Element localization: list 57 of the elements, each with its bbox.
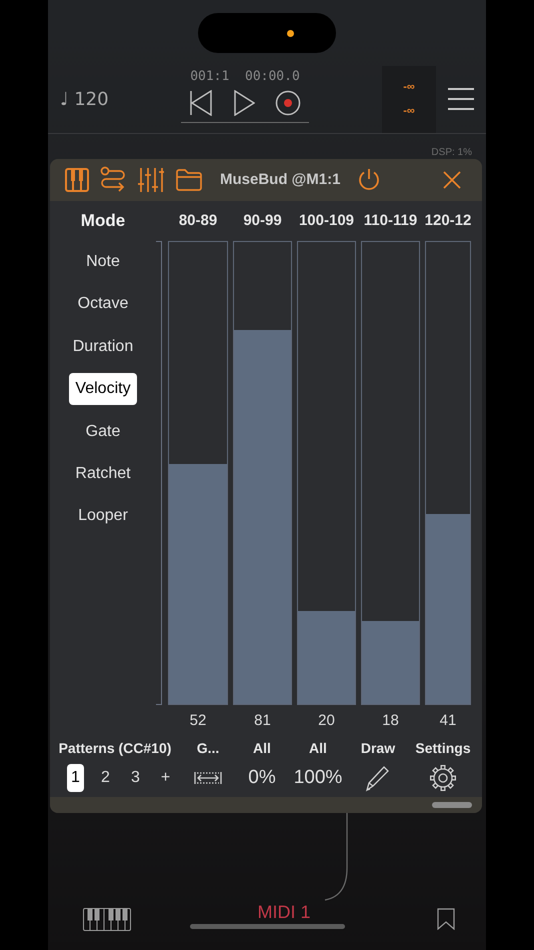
pattern-button[interactable]: + [157,764,174,792]
pattern-button[interactable]: 3 [127,764,144,792]
folder-icon[interactable] [176,168,202,191]
tool-label: Settings [415,739,471,758]
range-header: 100-109 [298,210,354,231]
range-header: 110-119 [364,210,418,231]
velocity-bar-track[interactable] [233,240,292,705]
pattern-button[interactable]: 2 [97,764,114,792]
route-icon[interactable] [100,166,126,194]
mode-option[interactable]: Note [80,246,126,278]
velocity-bar-track[interactable] [361,240,420,705]
range-header: 90-99 [243,210,282,231]
tool-label: G... [196,739,220,758]
mode-option[interactable]: Duration [66,330,140,363]
resize-handle[interactable] [432,802,472,808]
piano-icon[interactable] [65,168,89,192]
mode-option[interactable]: Velocity [69,373,137,406]
track-name[interactable]: MIDI 1 [257,902,310,922]
tool-label: All [253,739,271,758]
mode-option[interactable]: Gate [80,416,126,448]
tool-label: Draw [360,739,396,758]
velocity-bar-track[interactable] [297,240,356,705]
plugin-title: MuseBud @M1:1 [220,170,340,190]
mode-option[interactable]: Looper [72,500,134,532]
time-position: 001:1 00:00.0 [190,68,300,86]
mode-option[interactable]: Ratchet [69,458,137,490]
keyboard-icon[interactable] [83,908,131,932]
rewind-icon[interactable] [189,90,213,116]
dsp-readout: DSP: 1% [431,146,472,159]
velocity-bar-track[interactable] [168,240,228,705]
bar-value: 52 [190,711,206,732]
play-icon[interactable] [233,90,255,116]
tool-value[interactable]: 100% [294,764,342,793]
range-header: 80-89 [178,210,218,231]
menu-icon[interactable] [448,87,474,112]
pattern-button[interactable]: 1 [67,764,84,792]
record-icon[interactable] [275,90,301,116]
meter-reading: -∞ [403,104,415,120]
stretch-icon [194,770,222,786]
meter-reading: -∞ [403,80,415,95]
settings-icon [429,764,457,792]
bar-value: 81 [254,711,271,732]
patterns-label: Patterns (CC#10) [58,739,172,758]
velocity-bar-track[interactable] [425,240,471,705]
mode-header: Mode [80,210,126,232]
bookmark-icon[interactable] [437,908,455,930]
tempo-text[interactable]: ♩ 120 [60,86,109,113]
bar-value: 18 [382,711,399,732]
tool-label: All [309,739,327,758]
bar-value: 41 [440,711,456,732]
mode-option[interactable]: Octave [72,288,134,320]
close-icon[interactable] [443,170,461,189]
range-header: 120-12 [424,210,472,231]
mixer-icon[interactable] [138,166,164,193]
power-icon[interactable] [358,168,380,192]
bar-value: 20 [318,711,335,732]
tool-value[interactable]: 0% [248,764,276,793]
